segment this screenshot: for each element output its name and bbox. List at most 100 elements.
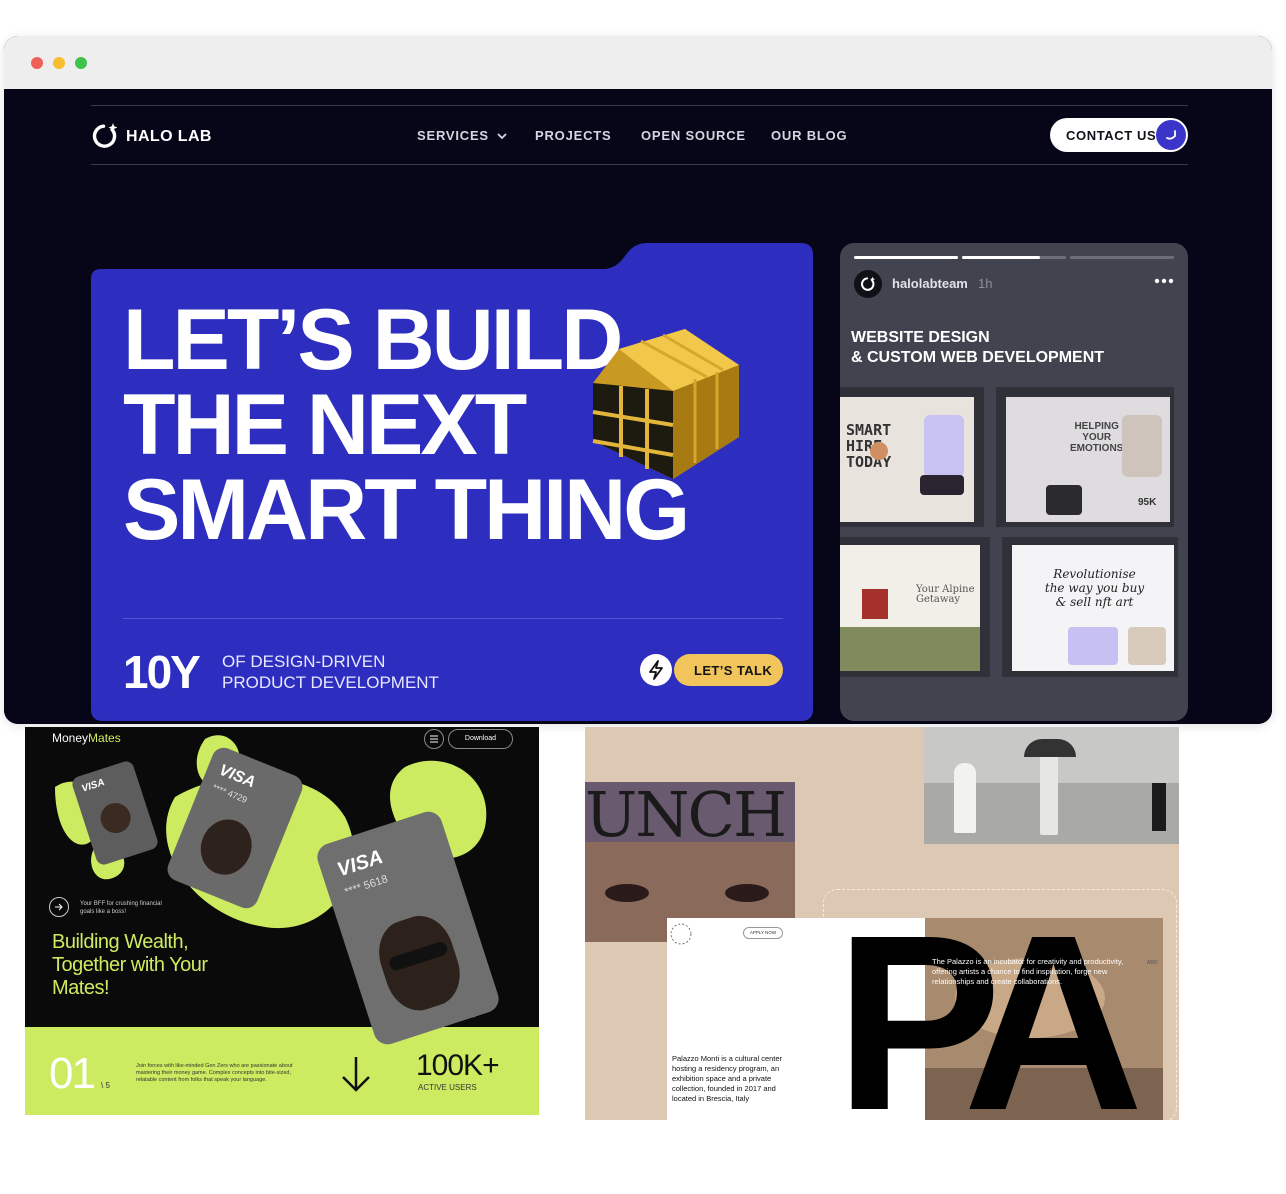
palazzo-seal-icon: [670, 923, 692, 945]
arrow-down-icon[interactable]: [339, 1055, 373, 1093]
palazzo-left-copy: Palazzo Monti is a cultural center hosti…: [672, 1054, 783, 1103]
nft-line-1: Revolutionise: [1053, 567, 1136, 581]
story-title-line-2: & CUSTOM WEB DEVELOPMENT: [851, 349, 1105, 366]
smart-hire-card: [920, 475, 964, 495]
phone-mockup: [924, 415, 964, 477]
hero-tagline-line-1: OF DESIGN-DRIVEN: [222, 652, 386, 671]
emotions-line-1: HELPING: [1074, 421, 1119, 432]
story-progress-1: [854, 256, 958, 259]
story-progress-2: [962, 256, 1066, 259]
header-top-divider: [91, 105, 1188, 106]
halo-logo-icon: [861, 276, 876, 291]
umbrella: [1024, 739, 1076, 757]
active-users-stat: 100K+: [416, 1049, 500, 1082]
woman-figure: [954, 763, 976, 833]
wave-hand-icon: [1166, 130, 1176, 140]
woman-umbrella-figure: [1040, 749, 1058, 835]
hero-card: LET’S BUILD THE NEXT SMART THING 10Y OF …: [91, 243, 813, 721]
arrow-button[interactable]: [49, 897, 69, 917]
active-users-label: ACTIVE USERS: [418, 1083, 477, 1092]
thumb-smart-hire[interactable]: SMART HIRE TODAY: [840, 387, 984, 527]
punch-word: UNCH: [585, 782, 787, 851]
alpine-house: [862, 589, 888, 619]
man-figure: [1152, 783, 1166, 831]
card-photo: [192, 811, 260, 883]
emotions-line-2: YOUR: [1082, 432, 1112, 443]
contact-us-button[interactable]: CONTACT US: [1050, 118, 1188, 152]
person-photo: [870, 442, 888, 460]
card-brand: VISA: [80, 777, 107, 795]
arrow-right-icon: [55, 903, 63, 911]
story-progress-fill-2: [962, 256, 1040, 259]
story-progress-3: [1070, 256, 1174, 259]
lets-talk-label: LET’S TALK: [694, 663, 773, 678]
minimize-window-button[interactable]: [53, 57, 65, 69]
story-time: 1h: [978, 276, 993, 291]
smart-hire-line-1: SMART: [846, 421, 892, 439]
slide-current: 01: [49, 1049, 96, 1098]
brand-name: HALO LAB: [126, 128, 212, 145]
headline-line-1: Building Wealth,: [52, 931, 189, 953]
hero-tagline: OF DESIGN-DRIVEN PRODUCT DEVELOPMENT: [222, 651, 439, 693]
beach-photo: [924, 727, 1179, 844]
thumb-alpine-getaway[interactable]: Your Alpine Getaway: [840, 537, 990, 677]
card-photo: [96, 799, 135, 837]
lets-talk-button[interactable]: LET’S TALK: [640, 654, 783, 686]
apply-now-button[interactable]: APPLY NOW: [743, 927, 783, 939]
story-username[interactable]: halolabteam: [892, 276, 968, 291]
menu-icon: [430, 735, 438, 743]
emotions-stat: 95K: [1138, 497, 1157, 508]
emotions-object: [1046, 485, 1082, 515]
lightning-icon: [649, 660, 663, 680]
thumb-helping-emotions[interactable]: HELPING YOUR EMOTIONS 95K: [996, 387, 1174, 527]
story-title-line-1: WEBSITE DESIGN: [851, 329, 990, 346]
story-title: WEBSITE DESIGN & CUSTOM WEB DEVELOPMENT: [851, 328, 1104, 368]
browser-window: HALO LAB SERVICES PROJECTS OPEN SOURCE O…: [4, 36, 1272, 724]
menu-button[interactable]: [424, 729, 444, 749]
maximize-window-button[interactable]: [75, 57, 87, 69]
moneymates-logo[interactable]: MoneyMates: [52, 731, 121, 745]
moneymates-preview: MoneyMates Download VISA VISA **** 4729 …: [25, 727, 539, 1115]
about-tab[interactable]: ABO: [1147, 960, 1158, 966]
thumb-smart-hire-screen: SMART HIRE TODAY: [840, 397, 974, 522]
brand-logo[interactable]: HALO LAB: [91, 122, 221, 148]
moneymates-headline: Building Wealth, Together with Your Mate…: [52, 931, 208, 1000]
palazzo-page: APPLY NOW PA The Palazzo is an incubator…: [667, 898, 1163, 1120]
alpine-line-2: Getaway: [916, 594, 961, 605]
nav-our-blog[interactable]: OUR BLOG: [771, 128, 847, 143]
thumb-nft-art[interactable]: Revolutionise the way you buy & sell nft…: [1002, 537, 1178, 677]
halo-logo-icon: [92, 123, 118, 148]
nft-person-photo: [1128, 627, 1166, 665]
nav-services[interactable]: SERVICES: [417, 128, 507, 143]
alpine-grass: [840, 627, 980, 671]
slide-total: \ 5: [101, 1081, 110, 1090]
instagram-story-card[interactable]: halolabteam 1h WEBSITE DESIGN & CUSTOM W…: [840, 243, 1188, 721]
emotions-text: HELPING YOUR EMOTIONS: [1070, 421, 1123, 454]
nft-chart-card: [1068, 627, 1118, 665]
contact-us-label: CONTACT US: [1066, 128, 1157, 143]
nft-text: Revolutionise the way you buy & sell nft…: [1022, 567, 1167, 609]
download-button[interactable]: Download: [448, 729, 513, 749]
close-window-button[interactable]: [31, 57, 43, 69]
moneymates-body: Join forces with like-minded Gen Zers wh…: [136, 1063, 293, 1083]
nav-open-source[interactable]: OPEN SOURCE: [641, 128, 746, 143]
nav-services-label: SERVICES: [417, 128, 489, 143]
thumb-emotions-screen: HELPING YOUR EMOTIONS 95K: [1006, 397, 1170, 522]
palazzo-right-copy: The Palazzo is an incubator for creativi…: [932, 957, 1124, 986]
story-avatar[interactable]: [854, 270, 882, 298]
palazzo-preview: UNCH APPLY NOW PA The Palazzo is an incu…: [585, 727, 1179, 1120]
more-options-icon[interactable]: [1154, 278, 1174, 284]
header-bottom-divider: [91, 164, 1188, 165]
thumb-nft-screen: Revolutionise the way you buy & sell nft…: [1012, 545, 1174, 671]
left-eye: [605, 884, 649, 902]
browser-toolbar: [4, 36, 1272, 89]
moneymates-tagline: Your BFF for crushing financial goals li…: [80, 901, 162, 915]
contact-avatar: [1156, 120, 1186, 150]
lets-talk-icon-circle: [640, 654, 672, 686]
brand-part-a: Money: [52, 731, 89, 745]
emotions-line-3: EMOTIONS: [1070, 443, 1124, 454]
story-progress-fill-1: [854, 256, 958, 259]
nav-projects[interactable]: PROJECTS: [535, 128, 611, 143]
thumb-alpine-screen: Your Alpine Getaway: [840, 545, 980, 671]
woman-photo: [1122, 415, 1162, 477]
